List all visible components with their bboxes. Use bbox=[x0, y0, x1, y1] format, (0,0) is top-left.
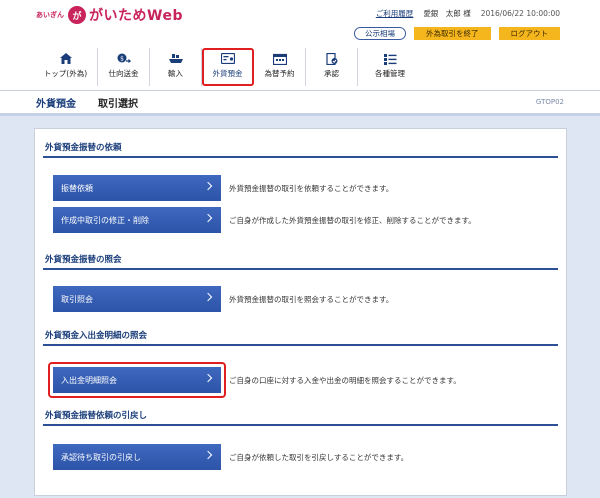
nav-item-label: 仕向送金 bbox=[108, 69, 139, 78]
nav-item-exchange-booking[interactable]: 為替予約 bbox=[254, 48, 306, 86]
nav-item-label: 輸入 bbox=[168, 69, 183, 78]
nav-item-label: 各種管理 bbox=[375, 69, 405, 78]
nav-item-label: 外貨預金 bbox=[212, 69, 243, 78]
home-icon bbox=[59, 52, 73, 65]
nav-item-approval[interactable]: 承認 bbox=[306, 48, 358, 86]
logo-mark-icon: が bbox=[68, 6, 86, 24]
header-buttons: 公示相場 外為取引を終了 ログアウト bbox=[354, 27, 560, 40]
withdraw-pending-description: ご自身が依頼した取引を引戻しすることができます。 bbox=[229, 453, 409, 462]
section-divider bbox=[43, 268, 558, 270]
nav-item-management[interactable]: 各種管理 bbox=[358, 48, 422, 86]
chevron-right-icon bbox=[203, 292, 213, 302]
section-divider bbox=[43, 424, 558, 426]
history-link[interactable]: ご利用履歴 bbox=[376, 8, 414, 19]
button-label: 振替依頼 bbox=[61, 183, 93, 193]
page-subtitle: 取引選択 bbox=[98, 98, 138, 110]
button-label: 作成中取引の修正・削除 bbox=[61, 215, 149, 225]
nav-item-import[interactable]: 輸入 bbox=[150, 48, 202, 86]
approval-icon bbox=[325, 52, 339, 65]
login-datetime: 2016/06/22 10:00:00 bbox=[480, 9, 560, 18]
header: あいぎん が がいためWeb ご利用履歴 愛銀 太郎 様 2016/06/22 … bbox=[0, 0, 600, 90]
user-name: 愛銀 太郎 様 bbox=[423, 9, 471, 18]
logo-service-name: がいためWeb bbox=[89, 8, 183, 24]
management-icon bbox=[383, 52, 397, 65]
page-title-bar: 外貨預金 取引選択 GTOP02 bbox=[0, 90, 600, 116]
logo-bank-name: あいぎん bbox=[36, 11, 64, 19]
chevron-right-icon bbox=[203, 450, 213, 460]
remittance-icon: $ bbox=[117, 52, 131, 65]
transaction-menu-card: 外貨預金振替の依頼 振替依頼 外貨預金振替の取引を依頼することができます。 作成… bbox=[34, 128, 567, 496]
screen-code: GTOP02 bbox=[535, 98, 564, 106]
button-label: 取引照会 bbox=[61, 294, 93, 304]
transfer-request-description: 外貨預金振替の取引を依頼することができます。 bbox=[229, 184, 394, 193]
edit-draft-transaction-description: ご自身が作成した外貨預金振替の取引を修正、削除することができます。 bbox=[229, 216, 476, 225]
nav-item-top[interactable]: トップ(外為) bbox=[34, 48, 98, 86]
section-title-transfer-request: 外貨預金振替の依頼 bbox=[45, 143, 122, 153]
chevron-right-icon bbox=[203, 213, 213, 223]
highlight-frame bbox=[48, 362, 226, 398]
statement-inquiry-description: ご自身の口座に対する入金や出金の明細を照会することができます。 bbox=[229, 376, 461, 385]
logo[interactable]: あいぎん が がいためWeb bbox=[36, 4, 183, 26]
page-title: 外貨預金 bbox=[36, 98, 76, 110]
end-fx-button[interactable]: 外為取引を終了 bbox=[414, 27, 491, 40]
global-nav: トップ(外為) $ 仕向送金 輸入 外貨預金 為替予約 承認 各種管理 bbox=[34, 48, 422, 86]
edit-draft-transaction-button[interactable]: 作成中取引の修正・削除 bbox=[53, 207, 221, 233]
transaction-inquiry-button[interactable]: 取引照会 bbox=[53, 286, 221, 312]
top-links: ご利用履歴 愛銀 太郎 様 2016/06/22 10:00:00 bbox=[376, 8, 560, 19]
section-title-request-withdrawal: 外貨預金振替依頼の引戻し bbox=[45, 411, 148, 421]
section-title-transfer-inquiry: 外貨預金振替の照会 bbox=[45, 255, 122, 265]
chevron-right-icon bbox=[203, 181, 213, 191]
svg-text:$: $ bbox=[120, 55, 124, 62]
public-rates-button[interactable]: 公示相場 bbox=[354, 27, 406, 40]
nav-item-remittance[interactable]: $ 仕向送金 bbox=[98, 48, 150, 86]
withdraw-pending-button[interactable]: 承認待ち取引の引戻し bbox=[53, 444, 221, 470]
transaction-inquiry-description: 外貨預金振替の取引を照会することができます。 bbox=[229, 295, 394, 304]
button-label: 承認待ち取引の引戻し bbox=[61, 452, 141, 462]
nav-item-label: 承認 bbox=[324, 69, 339, 78]
nav-item-label: 為替予約 bbox=[264, 69, 295, 78]
section-divider bbox=[43, 344, 558, 346]
deposit-icon bbox=[220, 52, 235, 65]
section-title-statement-inquiry: 外貨預金入出金明細の照会 bbox=[45, 331, 148, 341]
import-ship-icon bbox=[168, 52, 183, 65]
transfer-request-button[interactable]: 振替依頼 bbox=[53, 175, 221, 201]
nav-item-label: トップ(外為) bbox=[43, 69, 88, 78]
logout-button[interactable]: ログアウト bbox=[498, 27, 560, 40]
section-divider bbox=[43, 156, 558, 158]
nav-item-deposit[interactable]: 外貨預金 bbox=[202, 48, 254, 86]
exchange-booking-icon bbox=[272, 52, 287, 65]
